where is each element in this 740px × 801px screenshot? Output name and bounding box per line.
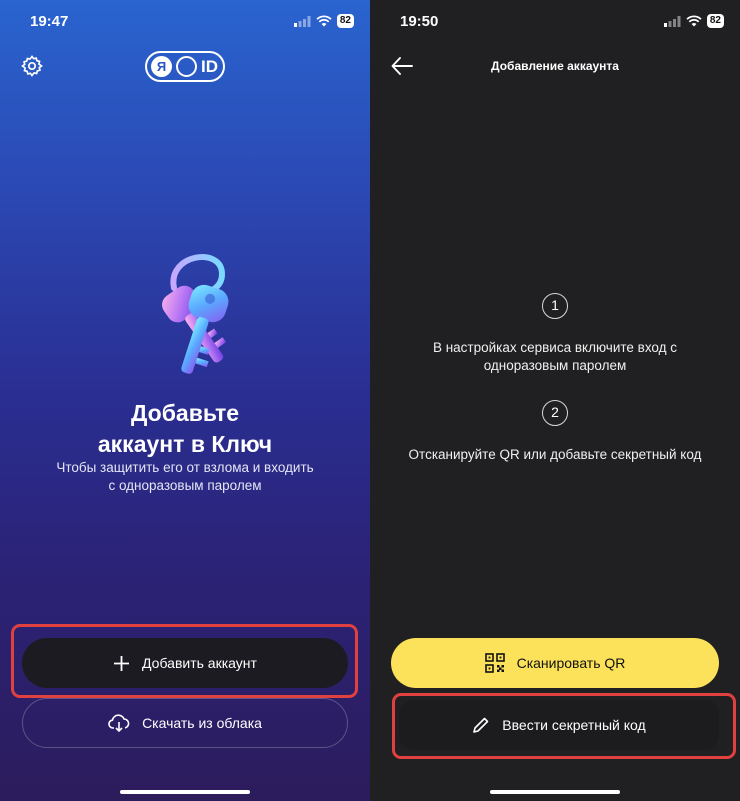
step-text: В настройках сервиса включите вход с одн… bbox=[432, 340, 678, 373]
left-screen: 19:47 82 Я ID Добавьте аккаунт в Ключ Чт… bbox=[0, 0, 370, 801]
qr-icon bbox=[484, 653, 505, 673]
yandex-id-logo: Я ID bbox=[145, 51, 225, 82]
add-account-button[interactable]: Добавить аккаунт bbox=[22, 638, 348, 688]
status-time: 19:47 bbox=[30, 13, 69, 30]
step-number: 2 bbox=[542, 400, 568, 426]
status-icons: 82 bbox=[663, 14, 724, 28]
step-number: 1 bbox=[542, 293, 568, 319]
gear-icon[interactable] bbox=[20, 54, 44, 78]
wifi-icon bbox=[686, 15, 702, 27]
battery-badge: 82 bbox=[336, 14, 354, 28]
pencil-icon bbox=[473, 717, 489, 733]
logo-letter: Я bbox=[151, 56, 172, 77]
status-time: 19:50 bbox=[400, 13, 439, 30]
status-bar: 19:50 82 bbox=[370, 0, 740, 44]
page-subtitle: Чтобы защитить его от взлома и входить с… bbox=[56, 460, 314, 493]
download-cloud-button[interactable]: Скачать из облака bbox=[22, 698, 348, 748]
plus-icon bbox=[114, 655, 130, 671]
scan-qr-button[interactable]: Сканировать QR bbox=[391, 638, 719, 688]
keys-illustration bbox=[162, 254, 229, 374]
battery-badge: 82 bbox=[706, 14, 724, 28]
add-account-label: Добавить аккаунт bbox=[142, 655, 257, 671]
status-bar: 19:47 82 bbox=[0, 0, 370, 44]
logo-text: ID bbox=[201, 57, 218, 76]
cloud-download-icon bbox=[108, 714, 130, 732]
download-cloud-label: Скачать из облака bbox=[142, 715, 262, 731]
right-screen: 19:50 82 Добавление аккаунта 1 В настрой… bbox=[370, 0, 740, 801]
enter-code-label: Ввести секретный код bbox=[502, 717, 646, 733]
wifi-icon bbox=[316, 15, 332, 27]
page-title: Добавьте аккаунт в Ключ bbox=[97, 400, 273, 457]
status-icons: 82 bbox=[293, 14, 354, 28]
enter-code-button[interactable]: Ввести секретный код bbox=[399, 700, 719, 750]
nav-title: Добавление аккаунта bbox=[491, 59, 619, 73]
signal-icon bbox=[663, 15, 681, 27]
scan-qr-label: Сканировать QR bbox=[516, 655, 626, 671]
smile-icon bbox=[176, 56, 197, 77]
step-text: Отсканируйте QR или добавьте секретный к… bbox=[408, 447, 702, 462]
home-indicator bbox=[490, 790, 620, 794]
signal-icon bbox=[293, 15, 311, 27]
home-indicator bbox=[120, 790, 250, 794]
